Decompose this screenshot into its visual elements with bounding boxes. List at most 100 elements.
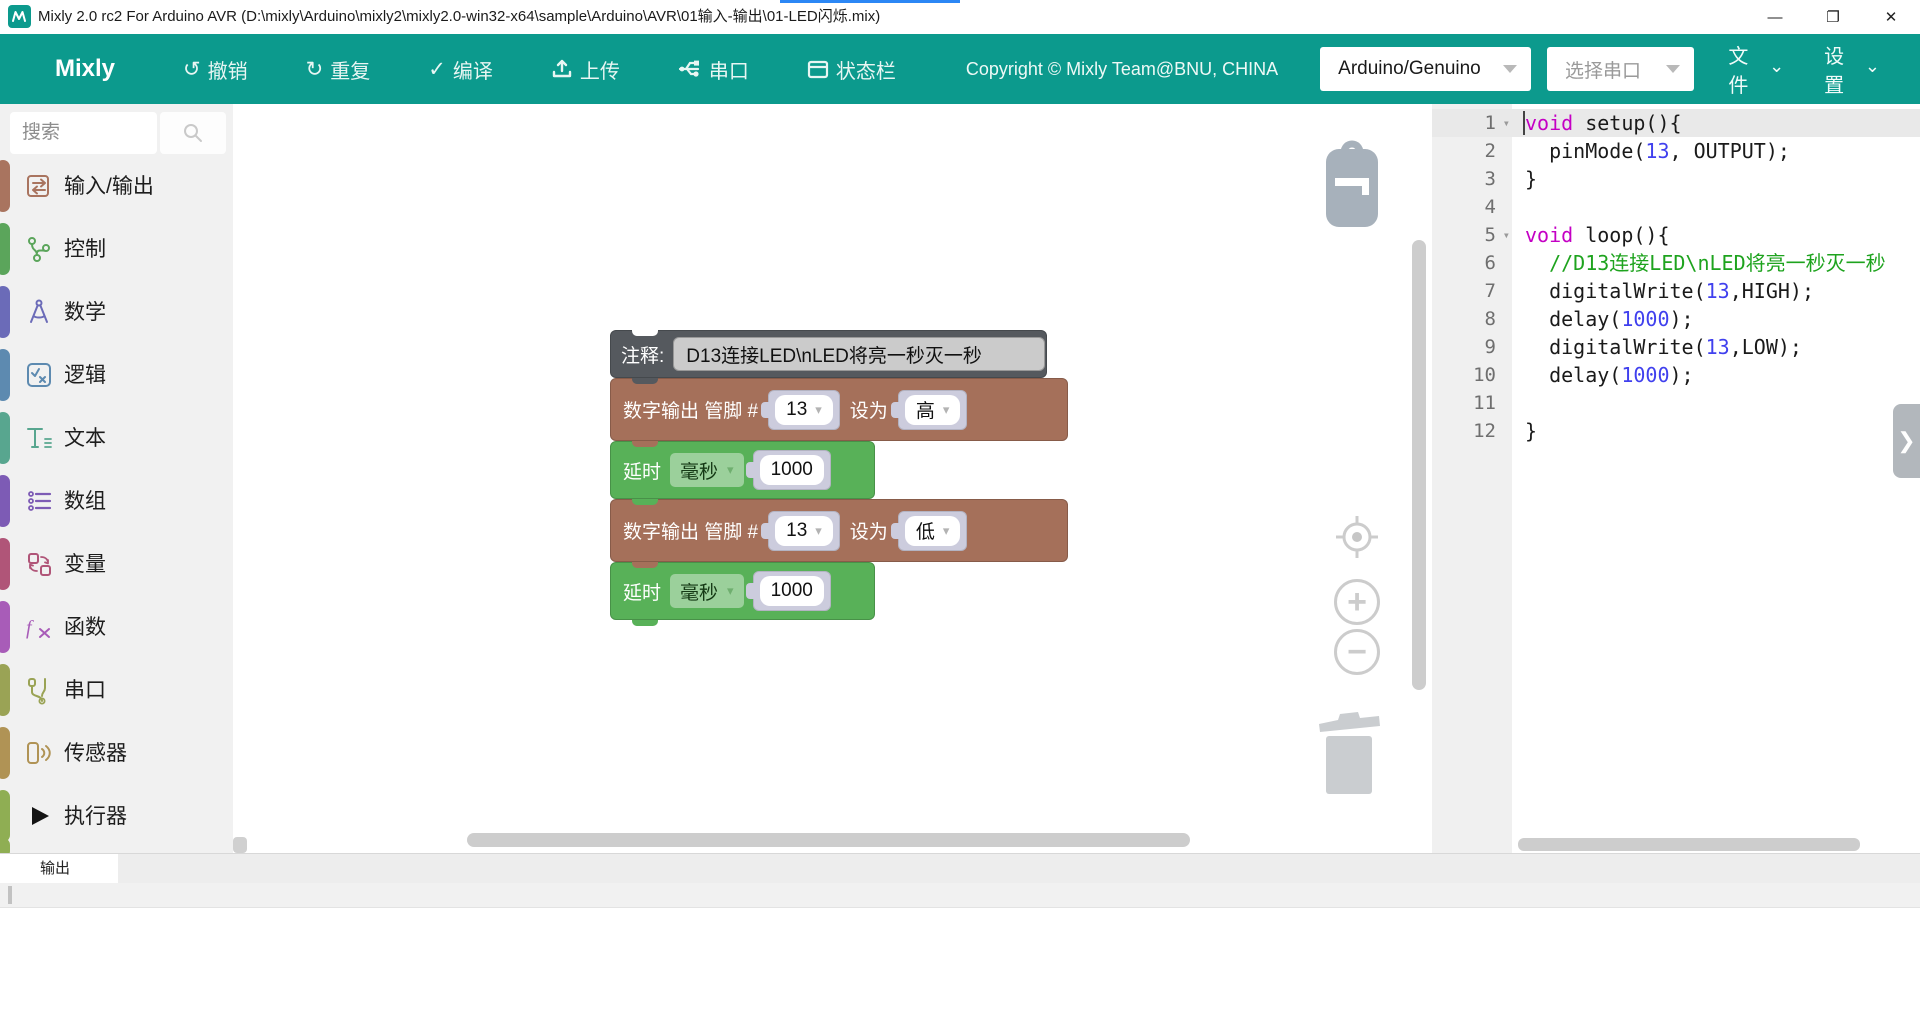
- delay-value-block[interactable]: 1000: [753, 571, 831, 611]
- dropdown-arrow-icon: ▾: [943, 523, 950, 539]
- statusbar-button[interactable]: 状态栏: [807, 55, 896, 84]
- pin-value: 13: [786, 520, 807, 542]
- search-input[interactable]: [10, 112, 157, 154]
- code-line[interactable]: //D13连接LED\nLED将亮一秒灭一秒: [1525, 249, 1886, 277]
- sidebar-item-math[interactable]: 数学: [0, 281, 233, 344]
- window-controls: — ❐ ✕: [1746, 0, 1920, 34]
- math-compass-icon: [24, 297, 54, 327]
- trash-icon[interactable]: [1316, 706, 1382, 801]
- undo-icon: ↺: [183, 59, 201, 80]
- port-select[interactable]: 选择串口: [1547, 47, 1694, 91]
- menu-settings-label: 设置: [1824, 40, 1862, 98]
- delay-label: 延时: [623, 578, 661, 605]
- compile-button[interactable]: ✓ 编译: [428, 55, 493, 84]
- code-line[interactable]: digitalWrite(13,HIGH);: [1525, 277, 1814, 305]
- line-number: 1▾: [1432, 109, 1512, 137]
- delay-unit: 毫秒: [680, 578, 718, 605]
- comment-text-field[interactable]: D13连接LED\nLED将亮一秒灭一秒: [673, 337, 1045, 371]
- panel-collapse-button[interactable]: ❯: [1893, 404, 1920, 478]
- title-bar: Mixly 2.0 rc2 For Arduino AVR (D:\mixly\…: [0, 0, 1920, 34]
- sidebar-item-logic[interactable]: 逻辑: [0, 344, 233, 407]
- fold-icon[interactable]: ▾: [1503, 221, 1510, 249]
- upload-button[interactable]: 上传: [551, 55, 620, 84]
- level-value-block[interactable]: 低 ▾: [898, 511, 968, 551]
- delay-unit-dropdown[interactable]: 毫秒 ▾: [670, 574, 744, 608]
- minimize-button[interactable]: —: [1746, 0, 1804, 34]
- sidebar-item-serial[interactable]: 串口: [0, 659, 233, 722]
- sidebar-item-array[interactable]: 数组: [0, 470, 233, 533]
- port-select-value: 选择串口: [1565, 56, 1641, 83]
- zoom-out-button[interactable]: −: [1334, 629, 1380, 675]
- block-digital-write-high[interactable]: 数字输出 管脚 # 13 ▾ 设为 高 ▾: [610, 378, 1068, 441]
- code-line[interactable]: delay(1000);: [1525, 305, 1694, 333]
- backpack-icon[interactable]: [1322, 131, 1382, 236]
- close-button[interactable]: ✕: [1862, 0, 1920, 34]
- sidebar-item-variable[interactable]: 变量: [0, 533, 233, 596]
- canvas-horizontal-scrollbar[interactable]: [467, 833, 1190, 847]
- zoom-reset-button[interactable]: [1334, 514, 1380, 560]
- level-value-block[interactable]: 高 ▾: [898, 390, 968, 430]
- blockly-workspace[interactable]: 注释: D13连接LED\nLED将亮一秒灭一秒 数字输出 管脚 # 13 ▾ …: [233, 104, 1432, 853]
- code-line[interactable]: pinMode(13, OUTPUT);: [1525, 137, 1790, 165]
- minus-icon: −: [1334, 629, 1380, 675]
- bottom-panel: 输出: [0, 853, 1920, 1032]
- menu-file-label: 文件: [1728, 40, 1766, 98]
- code-line[interactable]: void setup(){: [1525, 109, 1682, 137]
- sidebar-item-label: 文本: [64, 407, 106, 470]
- undo-button[interactable]: ↺ 撤销: [183, 55, 248, 84]
- block-delay-1[interactable]: 延时 毫秒 ▾ 1000: [610, 441, 875, 499]
- sidebar-item-label: 函数: [64, 596, 106, 659]
- compile-label: 编译: [453, 55, 493, 84]
- board-select[interactable]: Arduino/Genuino: [1320, 47, 1531, 91]
- code-horizontal-scrollbar[interactable]: [1518, 838, 1860, 851]
- maximize-button[interactable]: ❐: [1804, 0, 1862, 34]
- pin-value: 13: [786, 399, 807, 421]
- pin-value-block[interactable]: 13 ▾: [768, 390, 840, 430]
- line-number: 12: [1432, 417, 1512, 445]
- delay-unit-dropdown[interactable]: 毫秒 ▾: [670, 453, 744, 487]
- delay-value-block[interactable]: 1000: [753, 450, 831, 490]
- fold-icon[interactable]: ▾: [1503, 109, 1510, 137]
- serial-label: 串口: [709, 55, 749, 84]
- category-accent: [0, 349, 10, 401]
- canvas-vertical-scrollbar[interactable]: [1412, 240, 1426, 690]
- serial-button[interactable]: 串口: [678, 55, 749, 84]
- sidebar-item-io[interactable]: 输入/输出: [0, 155, 233, 218]
- dropdown-arrow-icon: [1503, 65, 1517, 73]
- comment-block-label: 注释:: [621, 341, 664, 368]
- sidebar-item-label: 控制: [64, 218, 106, 281]
- check-icon: ✓: [428, 59, 446, 80]
- block-digital-write-low[interactable]: 数字输出 管脚 # 13 ▾ 设为 低 ▾: [610, 499, 1068, 562]
- block-comment[interactable]: 注释: D13连接LED\nLED将亮一秒灭一秒: [610, 330, 1047, 378]
- sidebar-item-sensor[interactable]: 传感器: [0, 722, 233, 785]
- menu-file[interactable]: 文件 ⌄: [1728, 40, 1784, 98]
- search-button[interactable]: [160, 112, 226, 154]
- tab-output[interactable]: 输出: [0, 854, 118, 883]
- block-category-sidebar: 输入/输出 控制 数学 逻辑 文本 数组 变量 f 函数 串口: [0, 104, 233, 853]
- sensor-icon: [24, 738, 54, 768]
- sidebar-item-control[interactable]: 控制: [0, 218, 233, 281]
- sidebar-item-text[interactable]: 文本: [0, 407, 233, 470]
- upload-icon: [551, 58, 573, 80]
- search-icon: [182, 122, 204, 144]
- sidebar-item-function[interactable]: f 函数: [0, 596, 233, 659]
- redo-button[interactable]: ↻ 重复: [306, 55, 371, 84]
- zoom-in-button[interactable]: +: [1334, 579, 1380, 625]
- code-line[interactable]: digitalWrite(13,LOW);: [1525, 333, 1802, 361]
- code-line[interactable]: }: [1525, 417, 1537, 445]
- sidebar-item-label: 执行器: [64, 785, 127, 848]
- output-mini-scrollbar[interactable]: [8, 886, 12, 904]
- code-line[interactable]: void loop(){: [1525, 221, 1670, 249]
- code-line[interactable]: }: [1525, 165, 1537, 193]
- code-line[interactable]: delay(1000);: [1525, 361, 1694, 389]
- category-accent: [0, 538, 10, 590]
- sidebar-item-label: 输入/输出: [64, 155, 154, 218]
- sidebar-item-actuator[interactable]: 执行器: [0, 785, 233, 848]
- pin-value-block[interactable]: 13 ▾: [768, 511, 840, 551]
- delay-ms: 1000: [771, 580, 813, 602]
- category-accent: [0, 601, 10, 653]
- digital-write-label: 数字输出 管脚 #: [623, 396, 758, 423]
- menu-settings[interactable]: 设置 ⌄: [1824, 40, 1880, 98]
- block-delay-2[interactable]: 延时 毫秒 ▾ 1000: [610, 562, 875, 620]
- digital-write-label: 数字输出 管脚 #: [623, 517, 758, 544]
